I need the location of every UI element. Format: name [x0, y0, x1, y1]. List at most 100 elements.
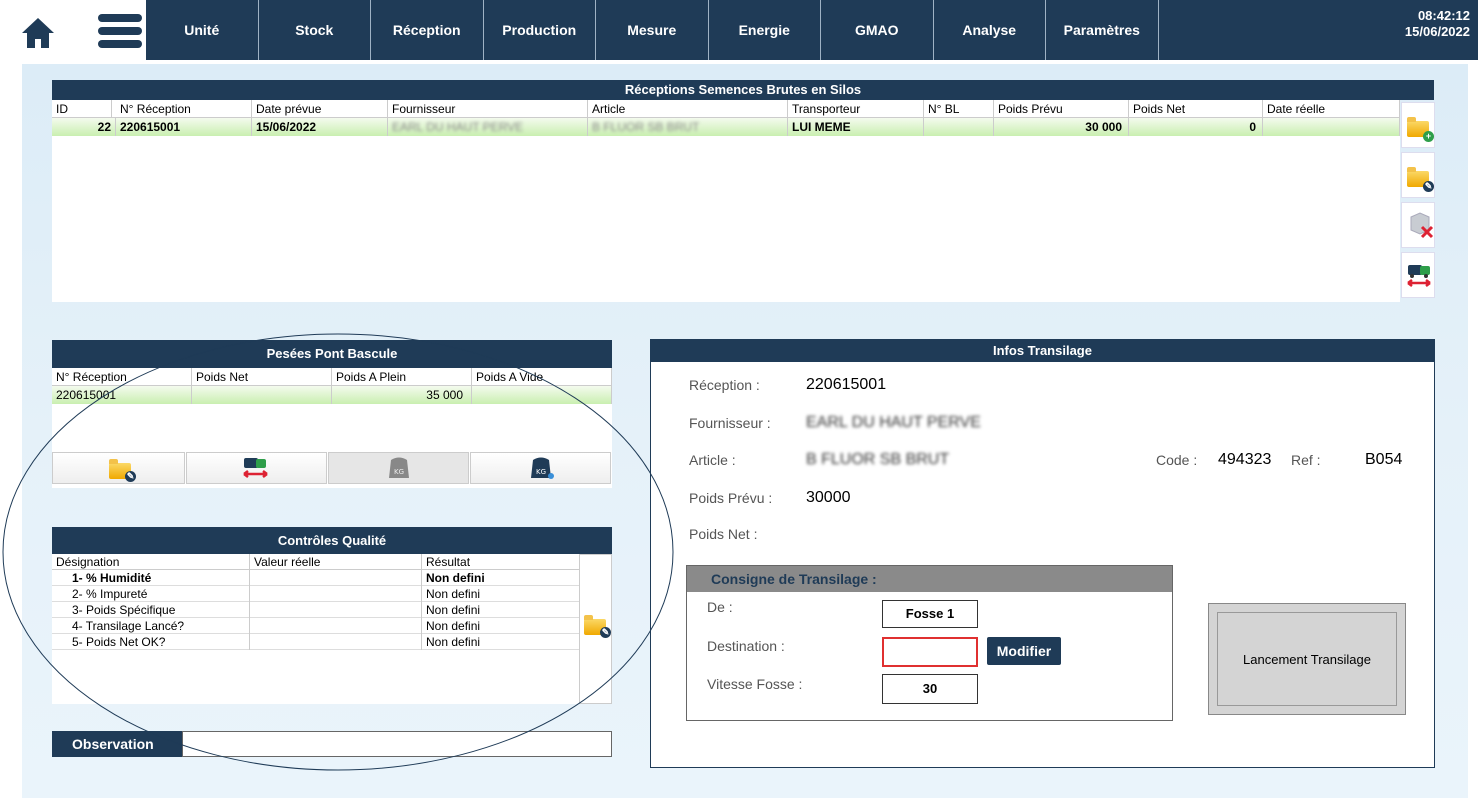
- cell-resultat: Non defini: [422, 586, 580, 602]
- observation-input[interactable]: [182, 731, 612, 757]
- cell-plein: 35 000: [332, 386, 472, 404]
- table-row[interactable]: 5- Poids Net OK? Non defini: [52, 634, 580, 650]
- cell-date: 15/06/2022: [252, 118, 388, 136]
- edit-reception-button[interactable]: ✎: [1401, 152, 1435, 198]
- nav-energie[interactable]: Energie: [709, 0, 821, 60]
- controles-panel: Contrôles Qualité Désignation Valeur rée…: [52, 527, 612, 705]
- cell-resultat: Non defini: [422, 618, 580, 634]
- table-row[interactable]: 3- Poids Spécifique Non defini: [52, 602, 580, 618]
- receptions-table: ID N° Réception Date prévue Fournisseur …: [52, 100, 1400, 302]
- receptions-title: Réceptions Semences Brutes en Silos: [52, 80, 1434, 100]
- receptions-panel: Réceptions Semences Brutes en Silos ID N…: [52, 80, 1434, 302]
- vitesse-field[interactable]: 30: [882, 674, 978, 704]
- col-poids-net[interactable]: Poids Net: [192, 368, 332, 386]
- reception-actions: + ✎: [1401, 102, 1435, 302]
- pesees-actions: ✎ KG KG: [52, 452, 612, 484]
- pesees-table: N° Réception Poids Net Poids A Plein Poi…: [52, 368, 612, 488]
- weight-icon: KG: [531, 457, 554, 479]
- clock: 08:42:12 15/06/2022: [1405, 8, 1470, 40]
- col-fournisseur[interactable]: Fournisseur: [388, 100, 588, 118]
- poids-prevu-label: Poids Prévu :: [689, 490, 773, 506]
- col-id[interactable]: ID: [52, 100, 112, 118]
- col-date-reelle[interactable]: Date réelle: [1263, 100, 1400, 118]
- col-poids-prevu[interactable]: Poids Prévu: [994, 100, 1129, 118]
- col-num-reception[interactable]: N° Réception: [116, 100, 252, 118]
- add-reception-button[interactable]: +: [1401, 102, 1435, 148]
- table-header: Désignation Valeur réelle Résultat: [52, 554, 580, 570]
- cell-bl: [924, 118, 994, 136]
- col-transporteur[interactable]: Transporteur: [788, 100, 924, 118]
- top-bar: Unité Stock Réception Production Mesure …: [0, 0, 1478, 60]
- ref-label: Ref :: [1291, 452, 1321, 468]
- cell-transporteur: LUI MEME: [788, 118, 924, 136]
- col-poids-plein[interactable]: Poids A Plein: [332, 368, 472, 386]
- fournisseur-value: EARL DU HAUT PERVE: [806, 414, 981, 431]
- cell-valeur: [250, 586, 422, 602]
- cell-article: B FLUOR SB BRUT: [588, 118, 788, 136]
- de-field[interactable]: Fosse 1: [882, 600, 978, 628]
- consigne-title: Consigne de Transilage :: [687, 566, 1172, 592]
- lancement-transilage-button[interactable]: Lancement Transilage: [1208, 603, 1406, 715]
- col-poids-vide[interactable]: Poids A Vide: [472, 368, 612, 386]
- observation-label: Observation: [52, 731, 182, 757]
- cell-poids-prevu: 30 000: [994, 118, 1129, 136]
- poids-prevu-value: 30000: [806, 489, 851, 506]
- main-nav: Unité Stock Réception Production Mesure …: [146, 0, 1478, 60]
- nav-production[interactable]: Production: [484, 0, 596, 60]
- cell-designation: 3- Poids Spécifique: [52, 602, 250, 618]
- home-icon[interactable]: [20, 15, 56, 51]
- col-date-prevue[interactable]: Date prévue: [252, 100, 388, 118]
- hamburger-menu-icon[interactable]: [98, 14, 142, 50]
- transfer-button[interactable]: [1401, 252, 1435, 298]
- cell-valeur: [250, 618, 422, 634]
- reception-label: Réception :: [689, 377, 760, 393]
- observation-row: Observation: [52, 731, 612, 757]
- vitesse-label: Vitesse Fosse :: [707, 676, 803, 692]
- destination-field[interactable]: [882, 637, 978, 667]
- table-row[interactable]: 22 220615001 15/06/2022 EARL DU HAUT PER…: [52, 118, 1400, 136]
- cell-num: 220615001: [116, 118, 252, 136]
- nav-unite[interactable]: Unité: [146, 0, 259, 60]
- cell-id: 22: [52, 118, 116, 136]
- col-valeur[interactable]: Valeur réelle: [250, 554, 422, 570]
- cell-designation: 5- Poids Net OK?: [52, 634, 250, 650]
- truck-transfer-icon: [1407, 265, 1431, 287]
- transfer-pesee-button[interactable]: [186, 452, 327, 484]
- nav-reception[interactable]: Réception: [371, 0, 484, 60]
- infos-title: Infos Transilage: [651, 340, 1434, 362]
- nav-parametres[interactable]: Paramètres: [1046, 0, 1159, 60]
- col-poids-net[interactable]: Poids Net: [1129, 100, 1263, 118]
- modifier-button[interactable]: Modifier: [987, 637, 1061, 665]
- col-designation[interactable]: Désignation: [52, 554, 250, 570]
- col-article[interactable]: Article: [588, 100, 788, 118]
- weigh-full-button[interactable]: KG: [328, 452, 469, 484]
- cell-designation: 2- % Impureté: [52, 586, 250, 602]
- fournisseur-label: Fournisseur :: [689, 415, 771, 431]
- table-row[interactable]: 4- Transilage Lancé? Non defini: [52, 618, 580, 634]
- table-header: N° Réception Poids Net Poids A Plein Poi…: [52, 368, 612, 386]
- edit-pesee-button[interactable]: ✎: [52, 452, 185, 484]
- article-label: Article :: [689, 452, 736, 468]
- lancement-label: Lancement Transilage: [1217, 612, 1397, 706]
- col-num-reception[interactable]: N° Réception: [52, 368, 192, 386]
- cell-resultat: Non defini: [422, 602, 580, 618]
- table-row[interactable]: 2- % Impureté Non defini: [52, 586, 580, 602]
- nav-analyse[interactable]: Analyse: [934, 0, 1046, 60]
- delete-reception-button[interactable]: [1401, 202, 1435, 248]
- cell-vide: [472, 386, 612, 404]
- cell-article-text: B FLUOR SB BRUT: [592, 120, 700, 134]
- nav-mesure[interactable]: Mesure: [596, 0, 709, 60]
- controles-table: Désignation Valeur réelle Résultat 1- % …: [52, 554, 580, 704]
- weigh-empty-button[interactable]: KG: [470, 452, 611, 484]
- cell-resultat: Non defini: [422, 570, 580, 586]
- col-resultat[interactable]: Résultat: [422, 554, 580, 570]
- table-row[interactable]: 220615001 35 000: [52, 386, 612, 404]
- truck-transfer-icon: [243, 458, 268, 478]
- table-row[interactable]: 1- % Humidité Non defini: [52, 570, 580, 586]
- edit-controle-button[interactable]: ✎: [579, 554, 612, 704]
- cell-net: [192, 386, 332, 404]
- nav-stock[interactable]: Stock: [259, 0, 371, 60]
- nav-gmao[interactable]: GMAO: [821, 0, 934, 60]
- col-bl[interactable]: N° BL: [924, 100, 994, 118]
- svg-text:KG: KG: [536, 468, 546, 476]
